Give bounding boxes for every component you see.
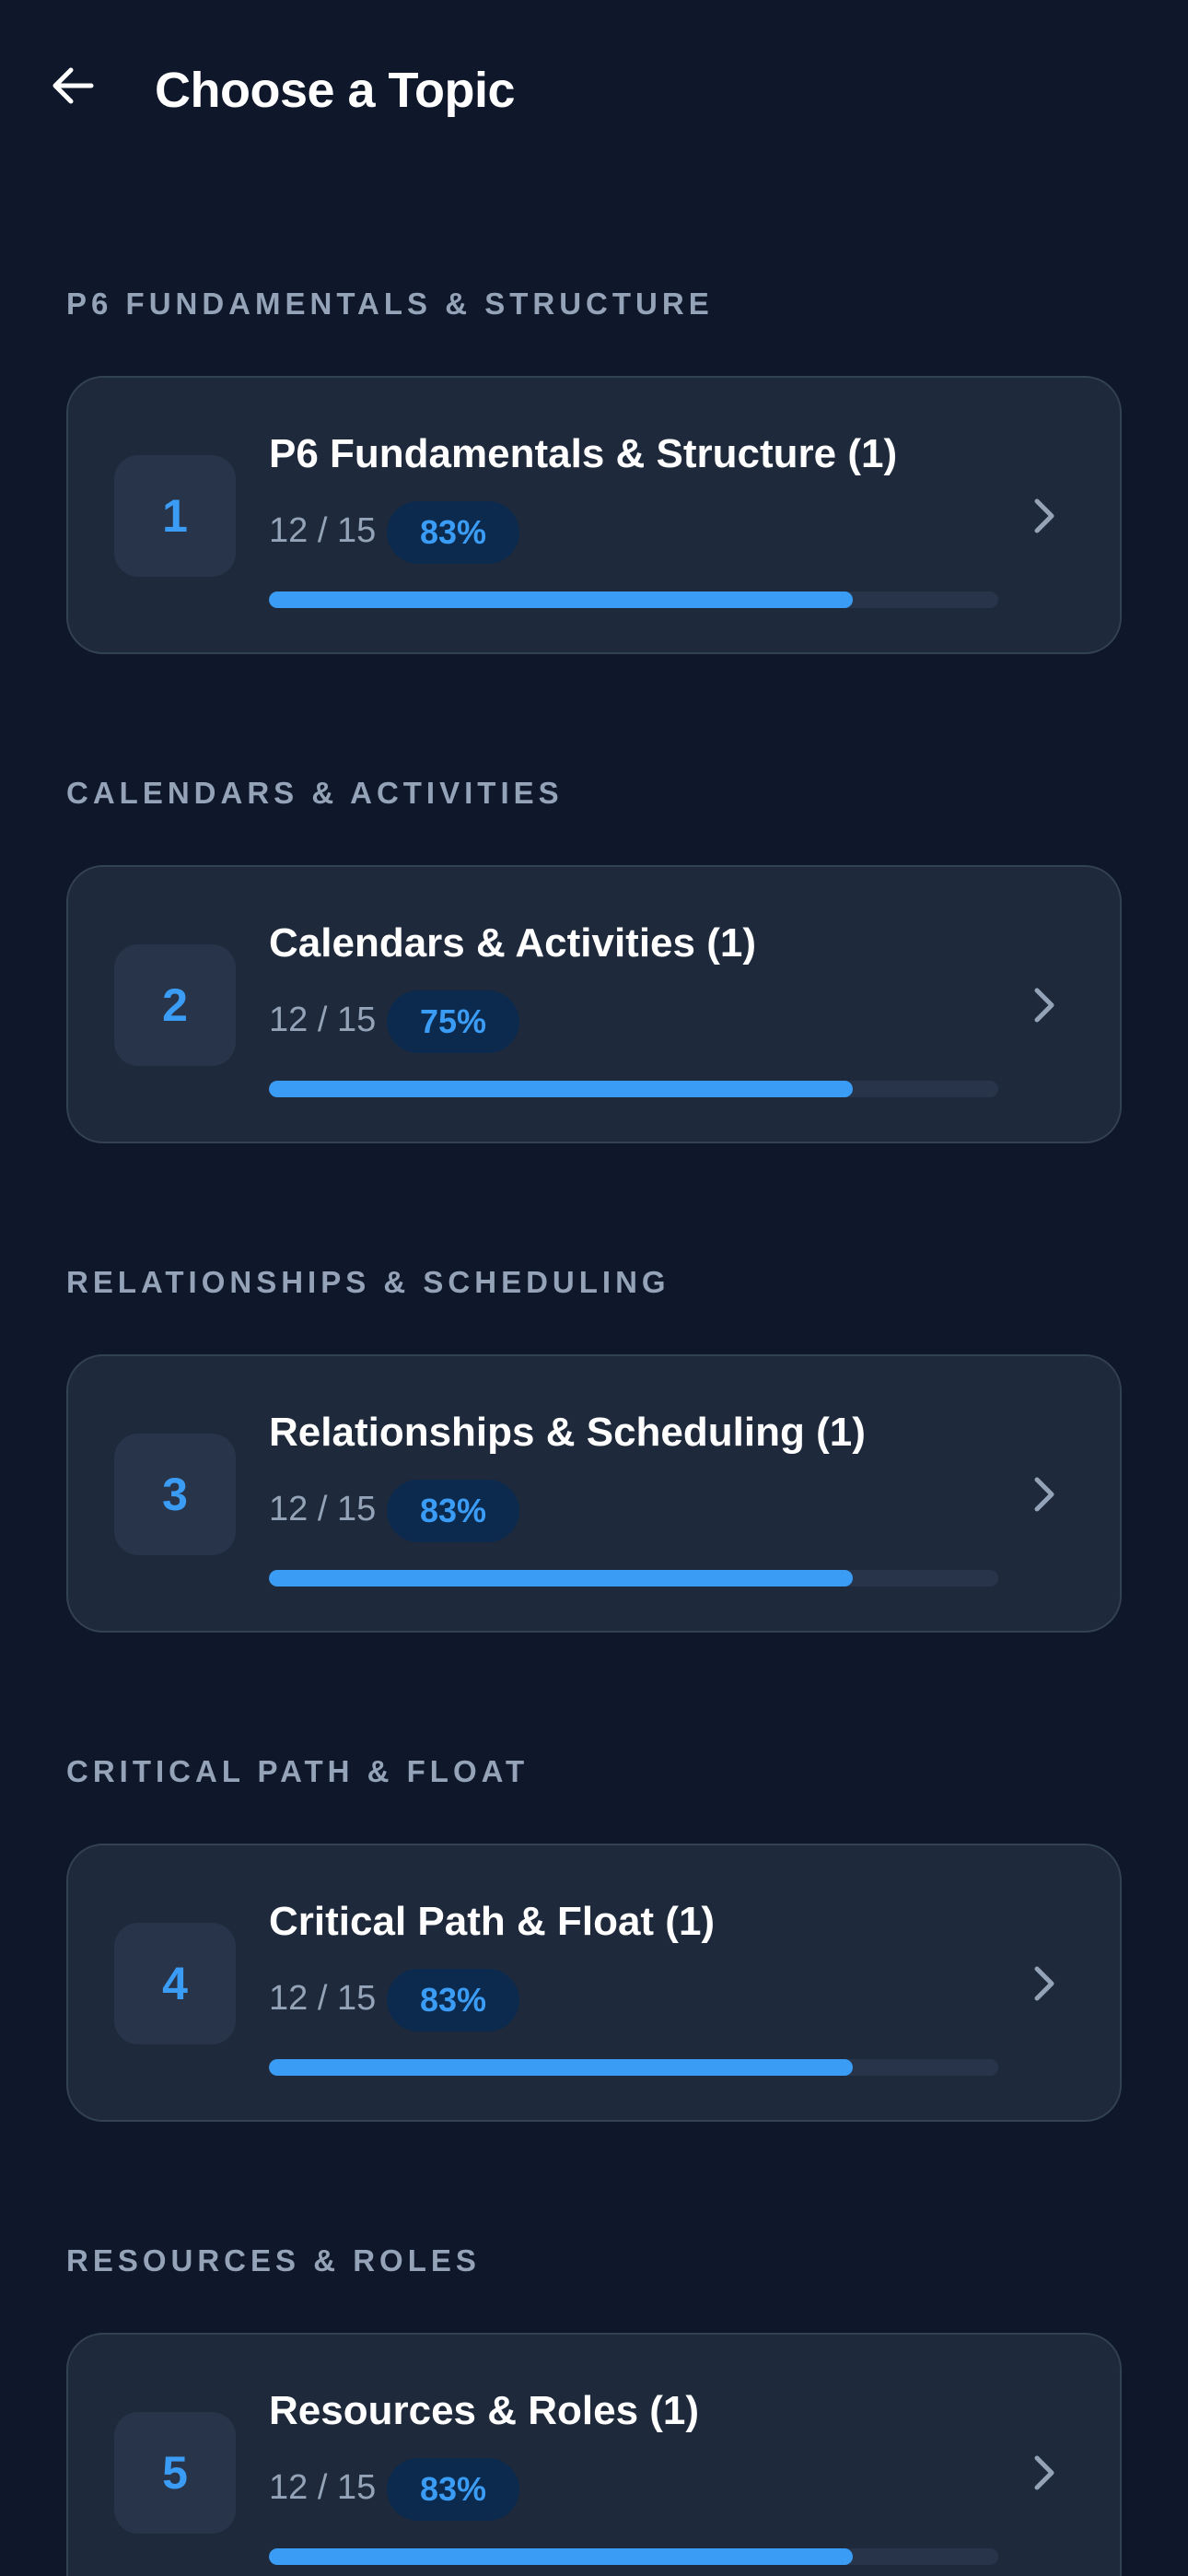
chevron-right-icon xyxy=(1015,976,1074,1035)
score-badge: 83% xyxy=(387,501,520,564)
progress-bar xyxy=(269,1081,998,1097)
topic-card[interactable]: 5 Resources & Roles (1) 12 / 15 83% xyxy=(66,2333,1122,2576)
section-heading: RELATIONSHIPS & SCHEDULING xyxy=(66,1265,670,1299)
score-badge: 83% xyxy=(387,2458,520,2521)
topic-number-badge: 3 xyxy=(114,1434,236,1555)
topic-card[interactable]: 1 P6 Fundamentals & Structure (1) 12 / 1… xyxy=(66,376,1122,654)
section-heading: CALENDARS & ACTIVITIES xyxy=(66,776,564,810)
chevron-right-icon xyxy=(1015,1954,1074,2013)
progress-fill xyxy=(269,591,853,608)
topic-title: Critical Path & Float (1) xyxy=(269,1899,716,1944)
progress-bar xyxy=(269,2548,998,2565)
score-badge: 83% xyxy=(387,1480,520,1542)
progress-fill xyxy=(269,2059,853,2076)
progress-fill xyxy=(269,1570,853,1587)
arrow-left-icon xyxy=(47,60,99,116)
topic-title: Resources & Roles (1) xyxy=(269,2388,700,2433)
question-count: 12 / 15 xyxy=(269,1979,377,2018)
score-badge: 75% xyxy=(387,990,520,1053)
progress-bar xyxy=(269,591,998,608)
section-heading: RESOURCES & ROLES xyxy=(66,2243,481,2277)
progress-fill xyxy=(269,2548,853,2565)
page-title: Choose a Topic xyxy=(155,63,516,118)
topic-number-badge: 5 xyxy=(114,2412,236,2534)
question-count: 12 / 15 xyxy=(269,511,377,550)
question-count: 12 / 15 xyxy=(269,2468,377,2507)
topic-screen: Choose a Topic P6 FUNDAMENTALS & STRUCTU… xyxy=(0,0,1188,2576)
topic-title: Calendars & Activities (1) xyxy=(269,920,756,966)
topic-card[interactable]: 4 Critical Path & Float (1) 12 / 15 83% xyxy=(66,1844,1122,2122)
topic-number-badge: 4 xyxy=(114,1923,236,2044)
section-heading: P6 FUNDAMENTALS & STRUCTURE xyxy=(66,287,714,321)
chevron-right-icon xyxy=(1015,1465,1074,1524)
topic-number-badge: 1 xyxy=(114,455,236,577)
section-heading: CRITICAL PATH & FLOAT xyxy=(66,1754,530,1788)
score-badge: 83% xyxy=(387,1969,520,2032)
progress-bar xyxy=(269,2059,998,2076)
chevron-right-icon xyxy=(1015,2443,1074,2502)
question-count: 12 / 15 xyxy=(269,1490,377,1528)
question-count: 12 / 15 xyxy=(269,1001,377,1039)
topic-card[interactable]: 3 Relationships & Scheduling (1) 12 / 15… xyxy=(66,1354,1122,1633)
topic-title: Relationships & Scheduling (1) xyxy=(269,1410,866,1455)
progress-bar xyxy=(269,1570,998,1587)
topic-card[interactable]: 2 Calendars & Activities (1) 12 / 15 75% xyxy=(66,865,1122,1143)
header: Choose a Topic xyxy=(0,0,1188,184)
progress-fill xyxy=(269,1081,853,1097)
chevron-right-icon xyxy=(1015,486,1074,545)
back-button[interactable] xyxy=(39,53,107,122)
topic-number-badge: 2 xyxy=(114,944,236,1066)
topic-title: P6 Fundamentals & Structure (1) xyxy=(269,431,898,476)
